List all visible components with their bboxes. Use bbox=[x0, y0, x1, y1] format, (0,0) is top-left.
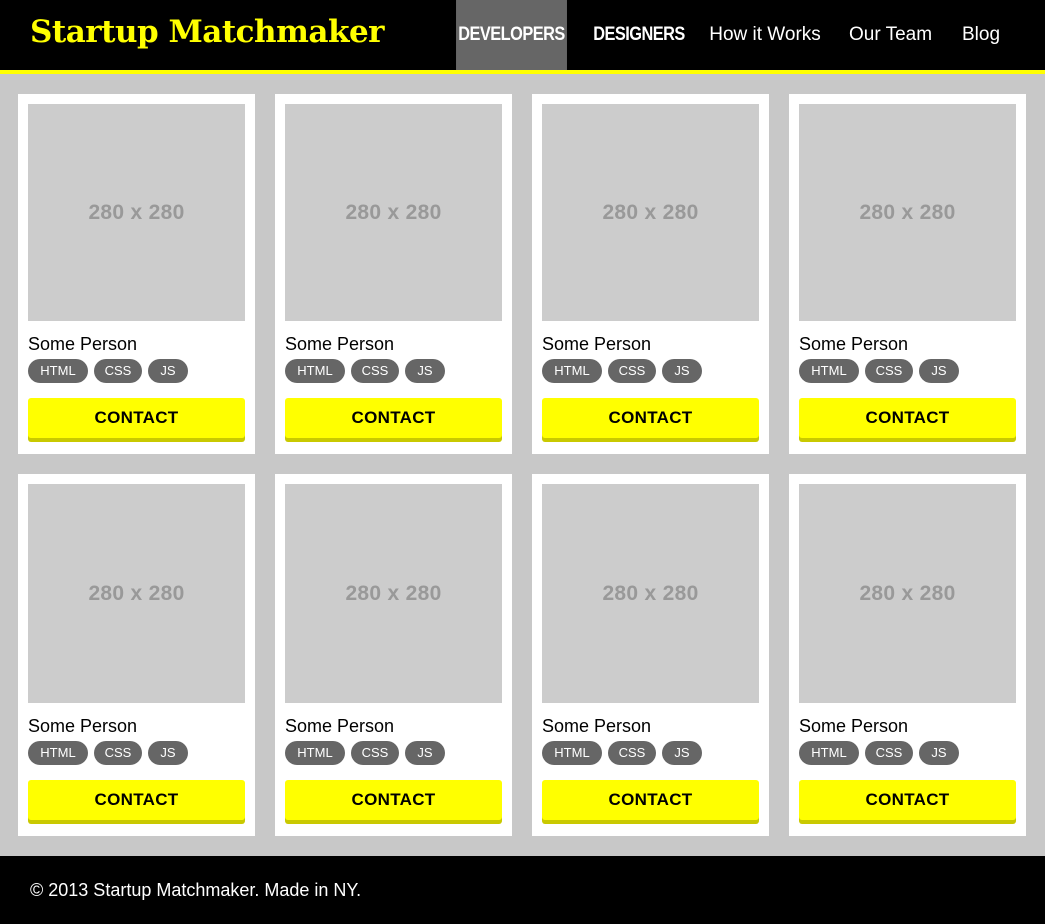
skill-tag-css: CSS bbox=[94, 741, 142, 765]
skill-tag-css: CSS bbox=[608, 741, 656, 765]
profile-card: 280 x 280 Some Person HTML CSS JS CONTAC… bbox=[275, 474, 512, 836]
profile-name: Some Person bbox=[28, 334, 138, 354]
skill-tag-js: JS bbox=[919, 741, 959, 765]
contact-button[interactable]: CONTACT bbox=[799, 398, 1016, 438]
profile-photo-placeholder: 280 x 280 bbox=[542, 484, 759, 703]
contact-button[interactable]: CONTACT bbox=[542, 780, 759, 820]
site-header: Startup Matchmaker DEVELOPERS DESIGNERS … bbox=[0, 0, 1045, 74]
skill-tag-css: CSS bbox=[608, 359, 656, 383]
profile-name: Some Person bbox=[28, 716, 138, 736]
nav-blog[interactable]: Blog bbox=[961, 0, 1001, 70]
profile-name: Some Person bbox=[799, 716, 909, 736]
profile-photo-placeholder: 280 x 280 bbox=[799, 484, 1016, 703]
skill-tag-js: JS bbox=[148, 741, 188, 765]
site-footer: © 2013 Startup Matchmaker. Made in NY. bbox=[0, 856, 1045, 924]
profile-name: Some Person bbox=[285, 334, 395, 354]
skill-tag-js: JS bbox=[662, 359, 702, 383]
profile-card: 280 x 280 Some Person HTML CSS JS CONTAC… bbox=[532, 474, 769, 836]
skill-tag-html: HTML bbox=[799, 359, 859, 383]
skill-tag-html: HTML bbox=[542, 359, 602, 383]
profile-photo-placeholder: 280 x 280 bbox=[799, 104, 1016, 321]
skill-tag-js: JS bbox=[919, 359, 959, 383]
copyright-text: © 2013 Startup Matchmaker. Made in NY. bbox=[30, 880, 362, 900]
contact-button[interactable]: CONTACT bbox=[542, 398, 759, 438]
skill-tag-html: HTML bbox=[542, 741, 602, 765]
skill-tag-js: JS bbox=[662, 741, 702, 765]
nav-how-it-works[interactable]: How it Works bbox=[709, 0, 821, 70]
profile-photo-placeholder: 280 x 280 bbox=[542, 104, 759, 321]
nav-designers[interactable]: DESIGNERS bbox=[592, 0, 687, 70]
profile-name: Some Person bbox=[799, 334, 909, 354]
skill-tag-html: HTML bbox=[285, 359, 345, 383]
profile-name: Some Person bbox=[542, 334, 652, 354]
contact-button[interactable]: CONTACT bbox=[28, 398, 245, 438]
nav-developers[interactable]: DEVELOPERS bbox=[456, 0, 567, 70]
site-logo[interactable]: Startup Matchmaker bbox=[30, 14, 385, 50]
profile-photo-placeholder: 280 x 280 bbox=[28, 484, 245, 703]
profile-card: 280 x 280 Some Person HTML CSS JS CONTAC… bbox=[275, 94, 512, 454]
skill-tag-js: JS bbox=[148, 359, 188, 383]
skill-tag-css: CSS bbox=[865, 359, 913, 383]
profile-photo-placeholder: 280 x 280 bbox=[285, 484, 502, 703]
contact-button[interactable]: CONTACT bbox=[285, 780, 502, 820]
profile-card: 280 x 280 Some Person HTML CSS JS CONTAC… bbox=[18, 94, 255, 454]
profile-card: 280 x 280 Some Person HTML CSS JS CONTAC… bbox=[789, 474, 1026, 836]
skill-tag-css: CSS bbox=[351, 741, 399, 765]
contact-button[interactable]: CONTACT bbox=[799, 780, 1016, 820]
profile-card: 280 x 280 Some Person HTML CSS JS CONTAC… bbox=[532, 94, 769, 454]
profile-photo-placeholder: 280 x 280 bbox=[28, 104, 245, 321]
nav-our-team[interactable]: Our Team bbox=[849, 0, 932, 70]
skill-tag-html: HTML bbox=[285, 741, 345, 765]
profile-name: Some Person bbox=[285, 716, 395, 736]
profile-name: Some Person bbox=[542, 716, 652, 736]
skill-tag-html: HTML bbox=[28, 741, 88, 765]
profile-card: 280 x 280 Some Person HTML CSS JS CONTAC… bbox=[789, 94, 1026, 454]
skill-tag-css: CSS bbox=[865, 741, 913, 765]
skill-tag-html: HTML bbox=[799, 741, 859, 765]
skill-tag-css: CSS bbox=[94, 359, 142, 383]
profile-card: 280 x 280 Some Person HTML CSS JS CONTAC… bbox=[18, 474, 255, 836]
contact-button[interactable]: CONTACT bbox=[28, 780, 245, 820]
skill-tag-js: JS bbox=[405, 359, 445, 383]
contact-button[interactable]: CONTACT bbox=[285, 398, 502, 438]
skill-tag-js: JS bbox=[405, 741, 445, 765]
skill-tag-html: HTML bbox=[28, 359, 88, 383]
profile-photo-placeholder: 280 x 280 bbox=[285, 104, 502, 321]
skill-tag-css: CSS bbox=[351, 359, 399, 383]
